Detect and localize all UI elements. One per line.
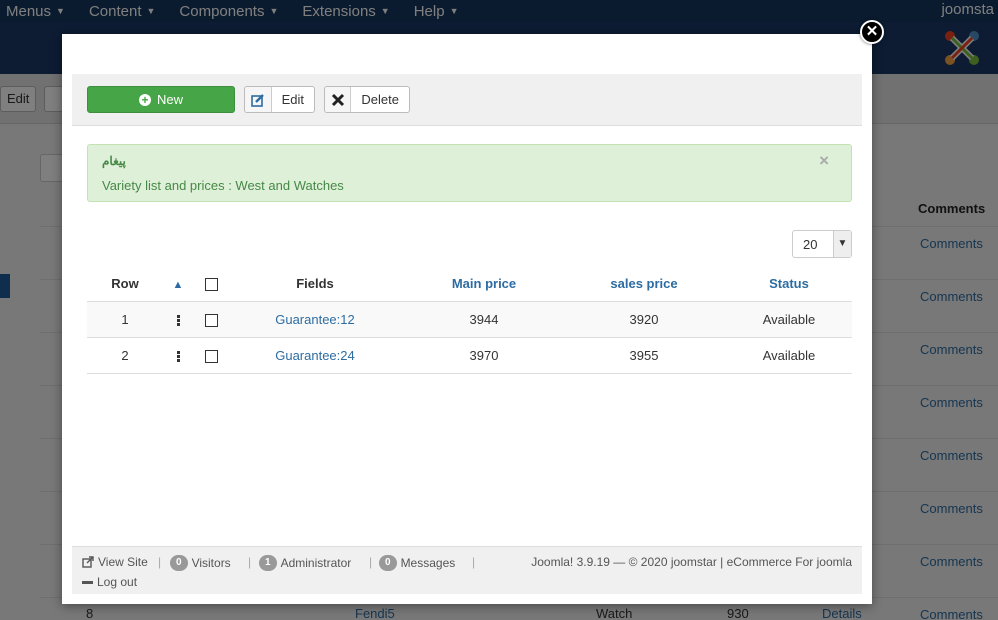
logout-link[interactable]: Log out xyxy=(82,575,137,589)
main-price-value: 3970 xyxy=(469,348,499,363)
new-button[interactable]: + New xyxy=(87,86,235,113)
alert-heading: پیغام xyxy=(102,154,126,168)
field-link[interactable]: Guarantee:24 xyxy=(229,338,401,373)
logout-label: Log out xyxy=(97,575,138,589)
chevron-down-icon: ▼ xyxy=(833,231,851,257)
separator: | xyxy=(158,555,162,569)
close-x-icon xyxy=(325,87,352,112)
row-number: 1 xyxy=(121,312,129,327)
status-footer: View Site | 0 Visitors | 1 Administrator… xyxy=(72,546,862,594)
main-price-value: 3944 xyxy=(469,312,499,327)
messages-count-badge: 0 xyxy=(379,555,397,571)
field-link[interactable]: Guarantee:12 xyxy=(229,302,401,337)
drag-handle-icon[interactable] xyxy=(163,302,193,337)
status-value: Available xyxy=(762,348,816,363)
admin-count-badge: 1 xyxy=(259,555,277,571)
row-checkbox[interactable] xyxy=(193,338,229,373)
external-link-icon xyxy=(82,556,94,568)
list-limit-select[interactable]: 20 ▼ xyxy=(792,230,852,258)
column-header-main-price[interactable]: Main price xyxy=(401,266,567,301)
table-row: 2 Guarantee:24 3970 3955 Available xyxy=(87,338,852,374)
visitors-label: Visitors xyxy=(191,556,231,570)
column-header-sales-price[interactable]: sales price xyxy=(567,266,721,301)
edit-button[interactable]: Edit xyxy=(244,86,315,113)
sort-icon[interactable]: ▲ xyxy=(163,266,193,301)
table-row: 1 Guarantee:12 3944 3920 Available xyxy=(87,302,852,338)
edit-icon xyxy=(245,87,272,112)
sales-price-value: 3955 xyxy=(629,348,659,363)
success-alert: پیغام Variety list and prices : West and… xyxy=(87,144,852,202)
select-all-checkbox[interactable] xyxy=(193,266,229,301)
messages-label: Messages xyxy=(400,556,456,570)
new-button-label: New xyxy=(156,92,183,107)
admin-label: Administrator xyxy=(280,556,352,570)
view-site-link[interactable]: View Site xyxy=(82,555,148,569)
visitors-indicator: 0 Visitors xyxy=(170,555,231,571)
row-checkbox[interactable] xyxy=(193,302,229,337)
edit-button-label: Edit xyxy=(281,92,304,107)
modal-toolbar: + New Edit Delete xyxy=(72,74,862,126)
delete-button[interactable]: Delete xyxy=(324,86,410,113)
modal-close-button[interactable]: ✕ xyxy=(860,20,884,44)
plus-circle-icon: + xyxy=(138,93,151,106)
separator: | xyxy=(248,555,252,569)
messages-link[interactable]: 0 Messages xyxy=(379,555,455,571)
administrator-indicator: 1 Administrator xyxy=(259,555,351,571)
minus-icon xyxy=(82,580,93,584)
row-number: 2 xyxy=(121,348,129,363)
column-header-status[interactable]: Status xyxy=(721,266,857,301)
column-header-fields: Fields xyxy=(296,276,334,291)
separator: | xyxy=(369,555,373,569)
sales-price-value: 3920 xyxy=(629,312,659,327)
drag-handle-icon[interactable] xyxy=(163,338,193,373)
view-site-label: View Site xyxy=(98,555,148,569)
alert-close-icon[interactable]: × xyxy=(819,151,829,171)
copyright-text: Joomla! 3.9.19 — © 2020 joomstar | eComm… xyxy=(531,555,852,569)
column-header-row: Row xyxy=(111,276,139,291)
list-limit-value: 20 xyxy=(803,237,818,252)
visitors-count-badge: 0 xyxy=(170,555,188,571)
table-header-row: Row ▲ Fields Main price sales price Stat… xyxy=(87,266,852,302)
delete-button-label: Delete xyxy=(361,92,399,107)
separator: | xyxy=(472,555,476,569)
modal-dialog: + New Edit Delete پیغام Variety list and… xyxy=(62,34,872,604)
alert-message: Variety list and prices : West and Watch… xyxy=(102,178,344,193)
status-value: Available xyxy=(762,312,816,327)
